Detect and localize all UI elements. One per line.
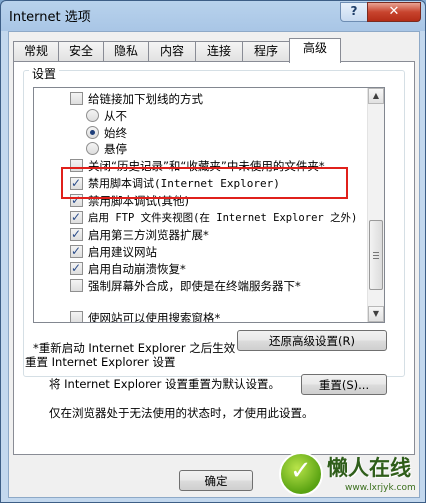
dialog-client-area: 常规 安全 隐私 内容 连接 程序 高级 设置 给链接加下划线的方式 从不 始终 <box>8 31 420 498</box>
watermark-url: www.lxrjyk.com <box>345 483 416 493</box>
checkbox-checked-icon[interactable] <box>70 243 83 259</box>
list-item-label: 使网站可以使用搜索窗格* <box>88 311 221 323</box>
list-item-label: 给链接加下划线的方式 <box>88 92 203 106</box>
reset-section-title: 重置 Internet Explorer 设置 <box>25 355 176 369</box>
scrollbar-thumb[interactable] <box>369 220 383 290</box>
grip-line <box>373 252 379 253</box>
window-title: Internet 选项 <box>9 10 91 25</box>
checkbox-checked-icon[interactable] <box>70 226 83 242</box>
watermark-logo-icon <box>279 452 323 496</box>
checkbox-checked-icon[interactable] <box>70 209 83 225</box>
annotation-highlight-box <box>61 167 348 199</box>
tab-security[interactable]: 安全 <box>58 41 104 62</box>
list-item-label: 强制屏幕外合成，即使是在终端服务器下* <box>88 279 301 293</box>
reset-note: 仅在浏览器处于无法使用的状态时，才使用此设置。 <box>49 406 314 420</box>
watermark-brand: 懒人在线 <box>327 455 411 480</box>
internet-options-window: Internet 选项 ? ✕ 常规 安全 隐私 内容 连接 程序 高级 设置 … <box>0 0 426 503</box>
settings-tree-list[interactable]: 给链接加下划线的方式 从不 始终 悬停 关闭“历史记录”和“收藏夹”中未使用的文… <box>33 87 385 323</box>
help-button[interactable]: ? <box>340 2 368 22</box>
tab-content[interactable]: 内容 <box>148 41 196 62</box>
checkbox-icon[interactable] <box>70 92 83 105</box>
list-item-label: 启用第三方浏览器扩展* <box>88 228 209 242</box>
ok-button[interactable]: 确定 <box>179 470 253 491</box>
reset-description: 将 Internet Explorer 设置重置为默认设置。 <box>49 377 281 391</box>
list-item-label: 始终 <box>104 126 127 140</box>
close-button[interactable]: ✕ <box>367 2 421 22</box>
scroll-up-arrow-icon[interactable]: ▲ <box>368 88 384 104</box>
tab-programs[interactable]: 程序 <box>242 41 290 62</box>
title-bar[interactable]: Internet 选项 ? ✕ <box>1 1 425 29</box>
restore-advanced-settings-button[interactable]: 还原高级设置(R) <box>237 330 387 351</box>
tab-connections[interactable]: 连接 <box>195 41 243 62</box>
grip-line <box>373 258 379 259</box>
list-item-label: 启用自动崩溃恢复* <box>88 262 186 276</box>
list-item-label: 启用建议网站 <box>88 245 157 259</box>
checkbox-icon[interactable] <box>70 311 83 322</box>
reset-button[interactable]: 重置(S)... <box>301 374 387 395</box>
radio-icon[interactable] <box>86 142 99 155</box>
scroll-down-arrow-icon[interactable]: ▼ <box>368 306 384 322</box>
checkbox-icon[interactable] <box>70 279 83 292</box>
radio-selected-icon[interactable] <box>86 126 99 139</box>
grip-line <box>373 255 379 256</box>
tab-general[interactable]: 常规 <box>13 41 59 62</box>
checkbox-checked-icon[interactable] <box>70 260 83 276</box>
list-item-label: 从不 <box>104 109 127 123</box>
tab-privacy[interactable]: 隐私 <box>103 41 149 62</box>
radio-icon[interactable] <box>86 109 99 122</box>
tab-advanced[interactable]: 高级 <box>289 38 341 63</box>
settings-group-label: 设置 <box>29 65 60 82</box>
vertical-scrollbar[interactable]: ▲ ▼ <box>367 88 384 322</box>
list-item-label: 悬停 <box>104 142 127 156</box>
watermark: 懒人在线 www.lxrjyk.com <box>277 450 423 498</box>
list-item-label: 启用 FTP 文件夹视图(在 Internet Explorer 之外) <box>88 212 358 224</box>
